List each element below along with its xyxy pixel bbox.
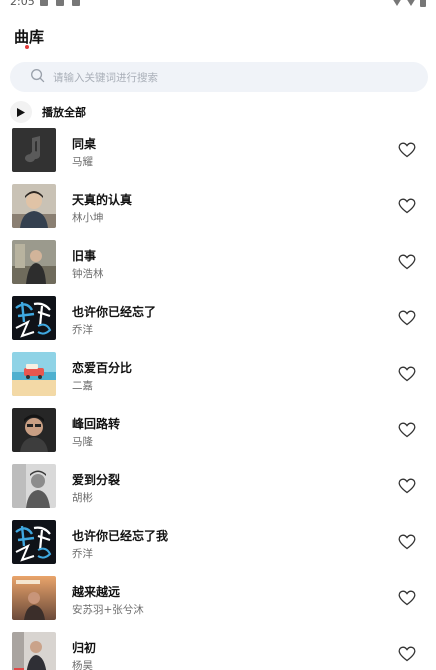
search-bar[interactable]: 请输入关键词进行搜索 <box>10 62 428 92</box>
song-title: 旧事 <box>72 249 97 263</box>
song-artist: 马耀 <box>72 156 93 168</box>
play-all-button[interactable]: 播放全部 <box>10 101 86 123</box>
song-title: 也许你已经忘了我 <box>72 529 169 543</box>
download-icon <box>40 0 48 6</box>
album-cover <box>12 240 56 284</box>
heart-icon[interactable] <box>398 534 416 550</box>
play-all-label: 播放全部 <box>42 106 86 119</box>
header: 曲库 <box>14 26 45 49</box>
heart-icon[interactable] <box>398 310 416 326</box>
album-cover <box>12 464 56 508</box>
song-item[interactable]: 也许你已经忘了 乔洋 <box>0 290 436 346</box>
song-artist: 杨昊 <box>72 660 93 670</box>
song-title: 同桌 <box>72 137 97 151</box>
album-cover <box>12 520 56 564</box>
song-title: 归初 <box>72 641 97 655</box>
album-cover <box>12 576 56 620</box>
album-cover <box>12 408 56 452</box>
status-notification-icons <box>40 0 80 6</box>
song-item[interactable]: 同桌 马耀 <box>0 122 436 178</box>
song-item[interactable]: 旧事 钟浩林 <box>0 234 436 290</box>
song-artist: 钟浩林 <box>72 268 104 280</box>
song-item[interactable]: 峰回路转 马隆 <box>0 402 436 458</box>
heart-icon[interactable] <box>398 366 416 382</box>
song-artist: 乔洋 <box>72 324 93 336</box>
song-artist: 林小坤 <box>72 212 104 224</box>
song-item[interactable]: 越来越远 安苏羽+张兮沐 <box>0 570 436 626</box>
search-icon <box>30 68 45 87</box>
song-title: 爱到分裂 <box>72 473 121 487</box>
song-artist: 胡彬 <box>72 492 93 504</box>
song-artist: 马隆 <box>72 436 93 448</box>
song-item[interactable]: 爱到分裂 胡彬 <box>0 458 436 514</box>
song-artist: 乔洋 <box>72 548 93 560</box>
song-title: 越来越远 <box>72 585 121 599</box>
status-time: 2:05 <box>10 0 35 8</box>
battery-icon <box>420 0 426 7</box>
signal-icon <box>406 0 416 6</box>
notification-icon <box>56 0 64 6</box>
album-cover <box>12 296 56 340</box>
title-indicator-dot <box>25 45 29 49</box>
song-title: 也许你已经忘了 <box>72 305 157 319</box>
status-bar: 2:05 <box>0 0 436 10</box>
app-icon <box>72 0 80 6</box>
song-artist: 二嘉 <box>72 380 93 392</box>
search-input[interactable]: 请输入关键词进行搜索 <box>53 70 158 85</box>
wifi-icon <box>392 0 402 6</box>
heart-icon[interactable] <box>398 254 416 270</box>
song-title: 恋爱百分比 <box>72 361 133 375</box>
heart-icon[interactable] <box>398 478 416 494</box>
status-system-icons <box>392 0 426 7</box>
album-cover <box>12 632 56 670</box>
song-item[interactable]: 归初 杨昊 <box>0 626 436 670</box>
song-list: 同桌 马耀 天真的认真 林小坤 旧事 钟浩林 也许你已经忘了 乔洋 恋爱百分比 … <box>0 122 436 670</box>
heart-icon[interactable] <box>398 142 416 158</box>
song-artist: 安苏羽+张兮沐 <box>72 604 144 616</box>
heart-icon[interactable] <box>398 422 416 438</box>
song-title: 天真的认真 <box>72 193 133 207</box>
album-cover <box>12 128 56 172</box>
page-title: 曲库 <box>14 28 45 46</box>
heart-icon[interactable] <box>398 646 416 662</box>
song-title: 峰回路转 <box>72 417 121 431</box>
heart-icon[interactable] <box>398 590 416 606</box>
song-item[interactable]: 恋爱百分比 二嘉 <box>0 346 436 402</box>
heart-icon[interactable] <box>398 198 416 214</box>
song-item[interactable]: 也许你已经忘了我 乔洋 <box>0 514 436 570</box>
album-cover <box>12 352 56 396</box>
song-item[interactable]: 天真的认真 林小坤 <box>0 178 436 234</box>
play-icon[interactable] <box>10 101 32 123</box>
album-cover <box>12 184 56 228</box>
